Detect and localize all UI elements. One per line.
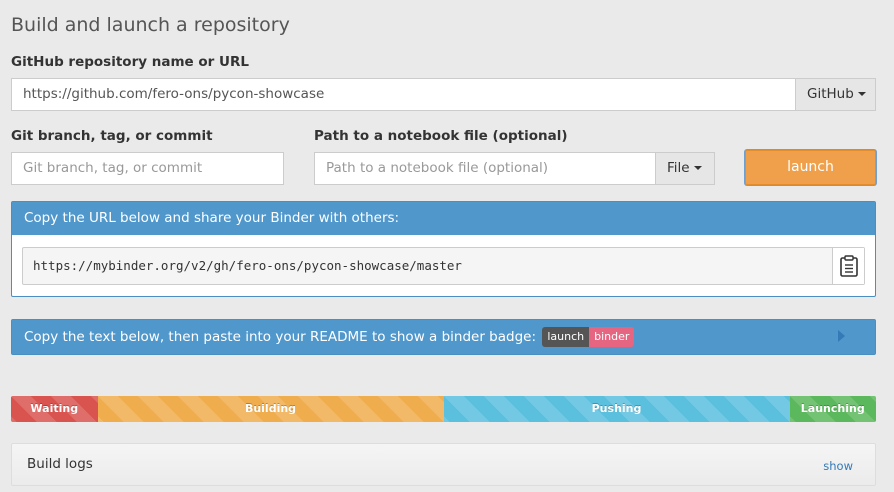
- progress-segment-pushing: Pushing: [443, 396, 790, 422]
- filepath-input-group: Path to a notebook file (optional) File: [314, 152, 715, 185]
- show-logs-link[interactable]: show: [823, 444, 853, 488]
- filepath-input[interactable]: Path to a notebook file (optional): [314, 152, 656, 185]
- badge-heading: Copy the text below, then paste into you…: [12, 320, 875, 354]
- badge-binder: binder: [589, 327, 635, 347]
- page-title: Build and launch a repository: [11, 14, 290, 36]
- play-icon[interactable]: [838, 330, 845, 342]
- ref-input[interactable]: Git branch, tag, or commit: [11, 152, 284, 185]
- repo-url-input[interactable]: https://github.com/fero-ons/pycon-showca…: [11, 78, 796, 111]
- build-logs-title: Build logs: [27, 456, 93, 472]
- launch-button[interactable]: launch: [745, 150, 876, 185]
- badge-heading-text: Copy the text below, then paste into you…: [24, 329, 537, 345]
- filepath-label: Path to a notebook file (optional): [314, 128, 568, 144]
- progress-segment-building: Building: [97, 396, 444, 422]
- progress-segment-launching: Launching: [789, 396, 876, 422]
- build-logs-panel: Build logs show: [11, 443, 876, 486]
- caret-down-icon: [857, 92, 866, 96]
- share-url-box: https://mybinder.org/v2/gh/fero-ons/pyco…: [22, 247, 865, 285]
- share-url-panel: Copy the URL below and share your Binder…: [11, 201, 876, 297]
- share-url-text[interactable]: https://mybinder.org/v2/gh/fero-ons/pyco…: [33, 248, 462, 284]
- copy-url-button[interactable]: [832, 248, 864, 284]
- repo-label: GitHub repository name or URL: [11, 54, 249, 70]
- clipboard-icon: [839, 255, 858, 277]
- binder-page: Build and launch a repository GitHub rep…: [0, 0, 894, 492]
- filepath-type-label: File: [667, 160, 690, 176]
- share-url-heading: Copy the URL below and share your Binder…: [12, 202, 875, 235]
- build-progress-bar: Waiting Building Pushing Launching: [11, 396, 876, 422]
- progress-segment-waiting: Waiting: [11, 396, 98, 422]
- provider-label: GitHub: [807, 86, 854, 102]
- provider-dropdown[interactable]: GitHub: [796, 78, 876, 111]
- repo-input-group: https://github.com/fero-ons/pycon-showca…: [11, 78, 876, 111]
- ref-label: Git branch, tag, or commit: [11, 128, 213, 144]
- badge-launch: launch: [542, 327, 590, 347]
- badge-panel[interactable]: Copy the text below, then paste into you…: [11, 319, 876, 355]
- caret-down-icon: [693, 166, 702, 170]
- ref-input-group: Git branch, tag, or commit: [11, 152, 284, 185]
- filepath-type-dropdown[interactable]: File: [656, 152, 715, 185]
